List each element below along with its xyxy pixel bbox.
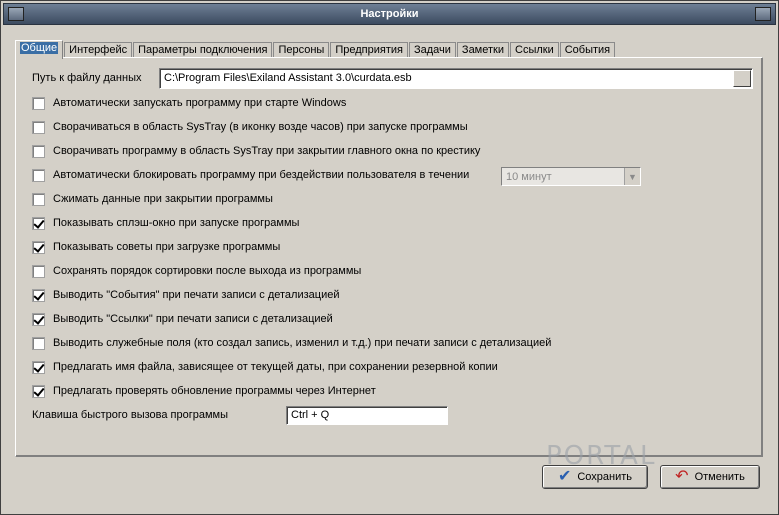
checkbox[interactable] xyxy=(32,264,45,278)
option-row[interactable]: Предлагать имя файла, зависящее от текущ… xyxy=(32,359,498,375)
option-label: Выводить "Ссылки" при печати записи с де… xyxy=(53,313,333,325)
option-label: Автоматически запускать программу при ст… xyxy=(53,97,347,109)
checkbox[interactable] xyxy=(32,216,45,230)
tab-connection-settings[interactable]: Параметры подключения xyxy=(133,42,273,58)
settings-window: Настройки Общие Интерфейс Параметры подк… xyxy=(0,0,779,515)
tab-tasks[interactable]: Задачи xyxy=(408,42,456,58)
option-label: Автоматически блокировать программу при … xyxy=(53,169,470,181)
hotkey-label: Клавиша быстрого вызова программы xyxy=(32,409,229,421)
tab-events[interactable]: События xyxy=(559,42,616,58)
lock-timeout-value: 10 минут xyxy=(506,171,552,183)
lock-timeout-select[interactable]: 10 минут ▼ xyxy=(501,167,641,186)
checkbox[interactable] xyxy=(32,312,45,326)
window-title: Настройки xyxy=(360,8,419,20)
option-row[interactable]: Сохранять порядок сортировки после выход… xyxy=(32,263,361,279)
checkbox[interactable] xyxy=(32,144,45,158)
option-row[interactable]: Выводить "Ссылки" при печати записи с де… xyxy=(32,311,333,327)
option-label: Сохранять порядок сортировки после выход… xyxy=(53,265,362,277)
save-button[interactable]: ✔ Сохранить xyxy=(542,465,648,489)
option-row[interactable]: Предлагать проверять обновление программ… xyxy=(32,383,376,399)
checkbox[interactable] xyxy=(32,240,45,254)
checkbox[interactable] xyxy=(32,168,45,182)
option-label: Выводить служебные поля (кто создал запи… xyxy=(53,337,552,349)
tab-notes[interactable]: Заметки xyxy=(456,42,509,58)
cancel-icon: ↶ xyxy=(675,468,689,485)
tab-links[interactable]: Ссылки xyxy=(510,42,559,58)
option-row[interactable]: Показывать сплэш-окно при запуске програ… xyxy=(32,215,299,231)
option-row[interactable]: Показывать советы при загрузке программы xyxy=(32,239,280,255)
checkbox[interactable] xyxy=(32,192,45,206)
option-row[interactable]: Автоматически запускать программу при ст… xyxy=(32,95,346,111)
hotkey-field[interactable]: Ctrl + Q xyxy=(286,406,448,425)
checkbox[interactable] xyxy=(32,120,45,134)
option-label: Выводить "События" при печати записи с д… xyxy=(53,289,340,301)
checkbox[interactable] xyxy=(32,288,45,302)
option-row[interactable]: Сворачивать программу в область SysTray … xyxy=(32,143,480,159)
cancel-button[interactable]: ↶ Отменить xyxy=(660,465,760,489)
option-label: Показывать советы при загрузке программы xyxy=(53,241,281,253)
save-label: Сохранить xyxy=(577,471,633,483)
browse-button[interactable] xyxy=(733,70,751,87)
tab-companies[interactable]: Предприятия xyxy=(330,42,408,58)
checkbox[interactable] xyxy=(32,384,45,398)
tab-bar: Общие Интерфейс Параметры подключения Пе… xyxy=(15,40,616,59)
option-row[interactable]: Выводить "События" при печати записи с д… xyxy=(32,287,339,303)
option-label: Сворачиваться в область SysTray (в иконк… xyxy=(53,121,468,133)
option-row[interactable]: Сворачиваться в область SysTray (в иконк… xyxy=(32,119,468,135)
option-row[interactable]: Сжимать данные при закрытии программы xyxy=(32,191,273,207)
checkbox[interactable] xyxy=(32,336,45,350)
option-label: Предлагать имя файла, зависящее от текущ… xyxy=(53,361,498,373)
checkmark-icon: ✔ xyxy=(557,468,572,485)
tab-general[interactable]: Общие xyxy=(15,40,64,59)
tab-interface[interactable]: Интерфейс xyxy=(64,42,133,58)
option-row[interactable]: Автоматически блокировать программу при … xyxy=(32,167,469,183)
option-label: Предлагать проверять обновление программ… xyxy=(53,385,376,397)
close-button[interactable] xyxy=(755,7,771,21)
option-label: Сворачивать программу в область SysTray … xyxy=(53,145,481,157)
option-label: Показывать сплэш-окно при запуске програ… xyxy=(53,217,300,229)
option-label: Сжимать данные при закрытии программы xyxy=(53,193,273,205)
data-path-label: Путь к файлу данных xyxy=(32,72,142,84)
chevron-down-icon[interactable]: ▼ xyxy=(624,168,640,185)
data-path-field[interactable]: C:\Program Files\Exiland Assistant 3.0\c… xyxy=(159,68,753,89)
title-bar[interactable]: Настройки xyxy=(3,3,776,25)
tab-persons[interactable]: Персоны xyxy=(273,42,330,58)
checkbox[interactable] xyxy=(32,96,45,110)
cancel-label: Отменить xyxy=(694,471,745,483)
checkbox[interactable] xyxy=(32,360,45,374)
option-row[interactable]: Выводить служебные поля (кто создал запи… xyxy=(32,335,551,351)
